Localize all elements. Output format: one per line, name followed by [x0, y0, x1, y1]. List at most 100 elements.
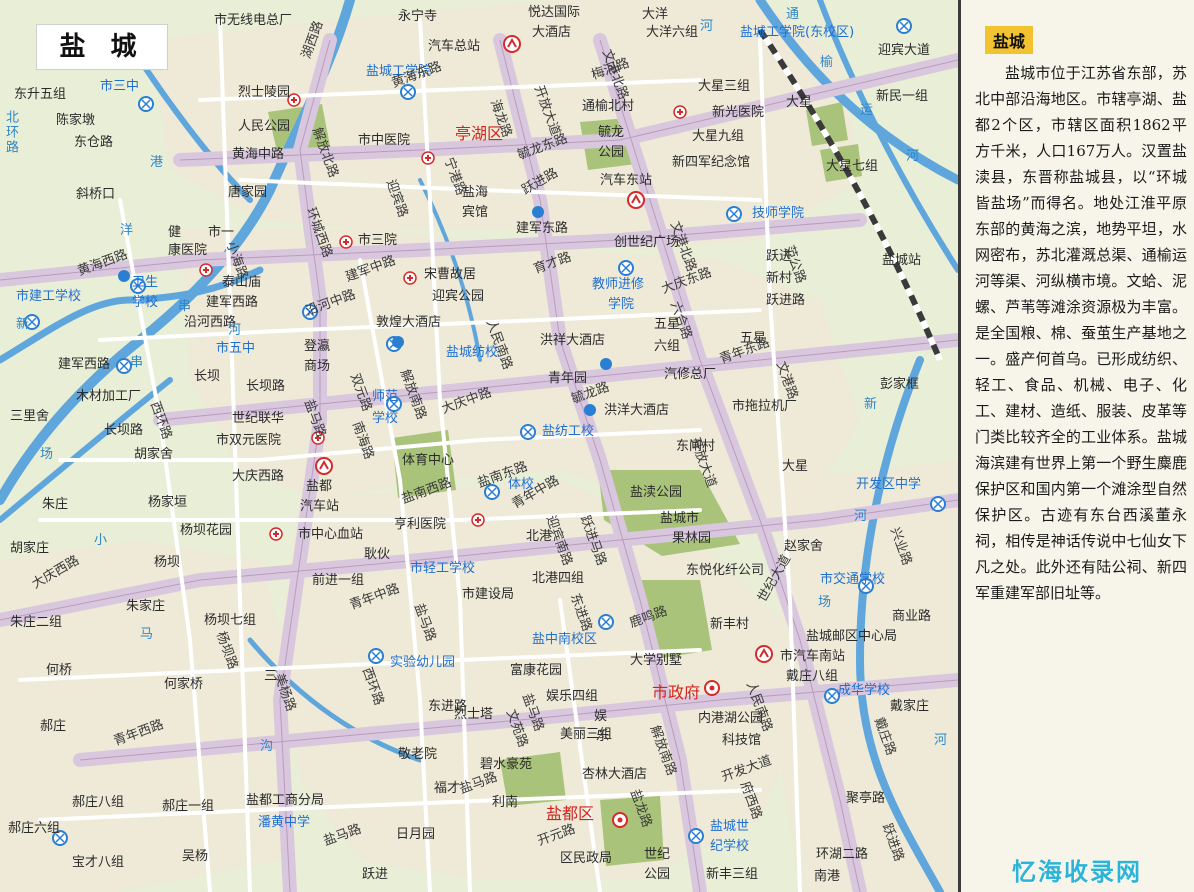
- place-label: 胡家庄: [10, 541, 50, 556]
- place-label: 盐城站: [882, 253, 922, 268]
- water-label: 河: [854, 509, 868, 524]
- school-label: 盐城世: [710, 819, 750, 834]
- place-label: 木材加工厂: [76, 389, 142, 404]
- place-label: 市拖拉机厂: [732, 399, 798, 414]
- map-title: 盐 城: [36, 24, 168, 70]
- place-label: 新村: [766, 271, 793, 286]
- place-label: 新民一组: [876, 89, 929, 104]
- place-label: 创世纪广场: [614, 235, 680, 250]
- place-label: 前进一组: [312, 573, 365, 588]
- place-label: 果林园: [672, 531, 712, 546]
- place-label: 市汽车南站: [780, 649, 846, 664]
- school-label: 师范: [372, 389, 399, 404]
- place-label: 市无线电总厂: [214, 13, 293, 28]
- place-label: 烈士陵园: [238, 85, 291, 100]
- place-label: 汽修总厂: [664, 367, 717, 382]
- place-label: 大星: [782, 459, 809, 474]
- place-label: 登瀛: [304, 339, 331, 354]
- water-label: 河: [228, 323, 242, 338]
- place-label: 汽车站: [300, 499, 340, 514]
- place-label: 唐家园: [228, 185, 268, 200]
- place-label: 杏林大酒店: [582, 767, 648, 782]
- district-label: 市政府: [652, 683, 701, 702]
- school-label: 盐城纺校: [446, 345, 499, 360]
- government-icon-dot: [709, 685, 715, 691]
- water-label: 榆: [820, 55, 834, 70]
- place-label: 大洋六组: [646, 25, 699, 40]
- info-panel: 盐城 盐城市位于江苏省东部，苏北中部沿海地区。市辖亭湖、盐都2个区，市辖区面积1…: [958, 0, 1194, 892]
- place-label: 人民公园: [238, 119, 291, 134]
- place-label: 商场: [304, 359, 331, 374]
- place-label: 汽车总站: [428, 39, 481, 54]
- water-label: 洋: [120, 223, 134, 238]
- place-label: 何桥: [46, 663, 73, 678]
- school-label: 纪学校: [710, 839, 750, 854]
- place-label: 建军东路: [516, 221, 569, 236]
- place-label: 科技馆: [722, 733, 762, 748]
- school-label: 成华学校: [838, 683, 891, 698]
- water-label: 新: [16, 317, 30, 332]
- place-label: 迎宾大道: [878, 43, 931, 58]
- water-label: 沟: [260, 739, 274, 754]
- school-label: 卫生: [132, 275, 159, 290]
- water-label: 通: [786, 7, 800, 22]
- water-label: 河: [906, 149, 920, 164]
- city-map[interactable]: 市无线电总厂 永宁寺 悦达国际 大酒店 大洋 大洋六组 汽车总站 迎宾大道 东升五组 烈士陵园 大星…: [0, 0, 958, 892]
- place-label: 公园: [598, 145, 625, 160]
- school-label: 学院: [608, 297, 635, 312]
- place-label: 亨利医院: [394, 517, 447, 532]
- place-label: 大洋: [642, 7, 669, 22]
- place-label: 健: [168, 225, 182, 240]
- place-label: 盐渎公园: [630, 485, 683, 500]
- water-label: 小: [94, 533, 108, 548]
- water-label: 马: [140, 627, 154, 642]
- place-label: 跃进: [362, 867, 389, 882]
- place-label: 大学别墅: [630, 653, 683, 668]
- place-label: 大星七组: [826, 159, 879, 174]
- school-label: 盐中南校区: [532, 632, 598, 647]
- place-label: 体育中心: [402, 453, 455, 468]
- info-title: 盐城: [985, 26, 1034, 54]
- place-label: 世纪联华: [232, 411, 285, 426]
- place-label: 宾馆: [462, 205, 489, 220]
- place-label: 大星三组: [698, 79, 751, 94]
- district-label: 盐都区: [546, 804, 595, 823]
- hotel-icon: [600, 358, 612, 370]
- school-label: 学校: [132, 295, 159, 310]
- place-label: 耿伙: [364, 547, 391, 562]
- place-label: 新丰村: [710, 617, 750, 632]
- place-label: 宝才八组: [72, 855, 125, 870]
- place-label: 娱乐四组: [546, 689, 599, 704]
- place-label: 宋曹故居: [424, 267, 477, 282]
- place-label: 娱: [594, 709, 608, 724]
- place-label: 吴杨: [182, 849, 209, 864]
- place-label: 敬老院: [398, 747, 438, 762]
- place-label: 三里舍: [10, 409, 50, 424]
- water-label: 场: [818, 595, 832, 610]
- place-label: 永宁寺: [398, 9, 438, 24]
- place-label: 赵家舍: [784, 539, 824, 554]
- government-icon-dot: [617, 817, 623, 823]
- place-label: 长坝路: [246, 379, 286, 394]
- hotel-icon: [118, 270, 130, 282]
- place-label: 戴家庄: [890, 699, 930, 714]
- place-label: 洪祥大酒店: [540, 333, 606, 348]
- place-label: 长坝路: [104, 423, 144, 438]
- place-label: 建军西路: [58, 357, 111, 372]
- place-label: 朱家庄: [126, 599, 166, 614]
- place-label: 敦煌大酒店: [376, 315, 442, 330]
- place-label: 建军西路: [206, 295, 259, 310]
- place-label: 碧水豪苑: [480, 757, 533, 772]
- place-label: 杨坝七组: [204, 613, 257, 628]
- place-label: 市双元医院: [216, 433, 282, 448]
- place-label: 新丰三组: [706, 867, 759, 882]
- water-label: 串: [130, 355, 144, 370]
- place-label: 胡家舍: [134, 447, 174, 462]
- place-label: 迎宾公园: [432, 289, 485, 304]
- school-label: 开发区中学: [856, 477, 922, 492]
- place-label: 新光医院: [712, 105, 765, 120]
- place-label: 郝庄: [40, 719, 67, 734]
- place-label: 南港: [814, 869, 841, 884]
- place-label: 环湖二路: [816, 847, 869, 862]
- water-label: 场: [40, 447, 54, 462]
